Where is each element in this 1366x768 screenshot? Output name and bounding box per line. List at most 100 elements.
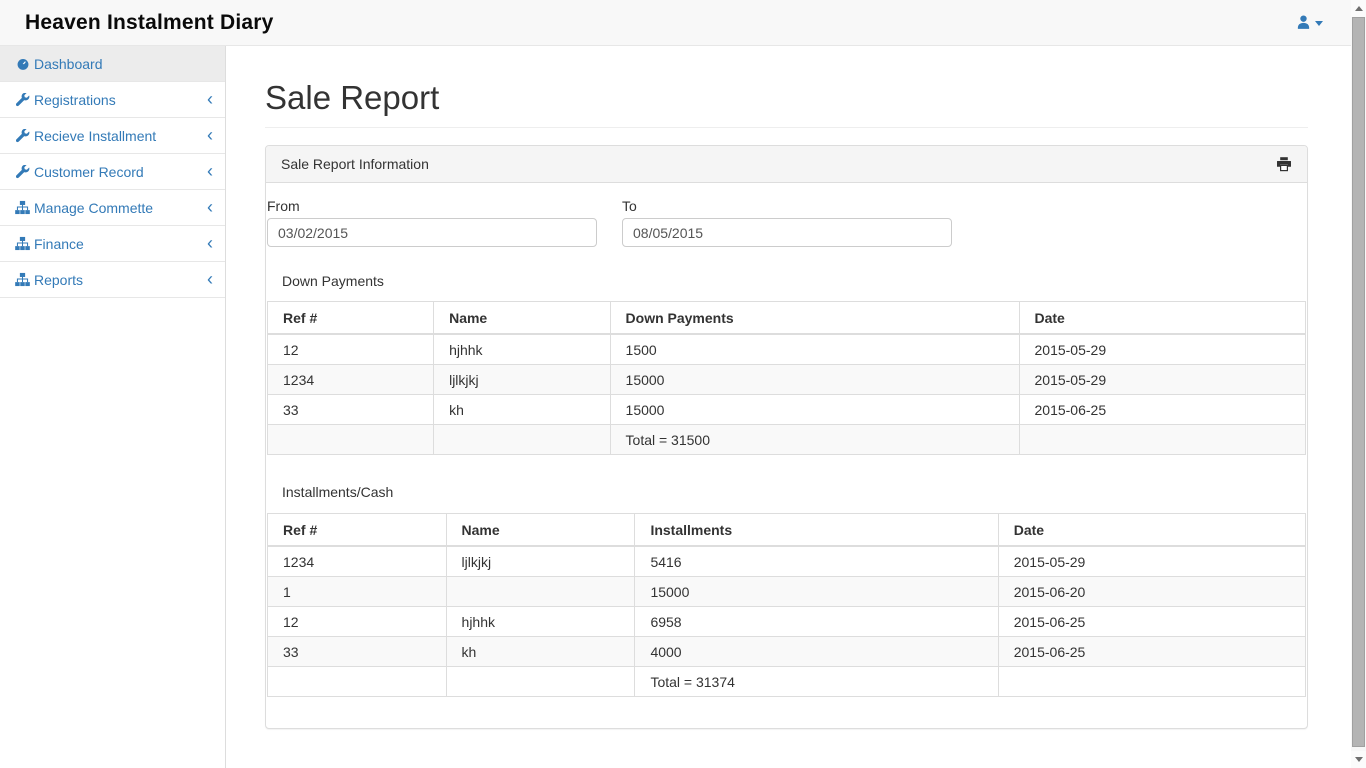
to-date-input[interactable]	[622, 218, 952, 247]
cell	[998, 667, 1305, 697]
from-field-group: From	[267, 198, 597, 247]
print-icon	[1276, 160, 1292, 175]
from-label: From	[267, 198, 597, 214]
column-header: Ref #	[268, 302, 434, 335]
cell: hjhhk	[446, 607, 635, 637]
wrench-icon	[15, 164, 30, 179]
from-date-input[interactable]	[267, 218, 597, 247]
cell	[268, 425, 434, 455]
sidebar-item-finance[interactable]: Finance	[0, 226, 225, 262]
cell: kh	[446, 637, 635, 667]
cell: 2015-06-25	[998, 637, 1305, 667]
cell: 1234	[268, 546, 447, 577]
sidebar-item-label: Reports	[34, 272, 207, 288]
cell: 2015-06-25	[998, 607, 1305, 637]
cell: 15000	[610, 395, 1019, 425]
wrench-icon	[15, 128, 30, 143]
sidebar-item-reports[interactable]: Reports	[0, 262, 225, 298]
sidebar-item-recieve-installment[interactable]: Recieve Installment	[0, 118, 225, 154]
sidebar-item-registrations[interactable]: Registrations	[0, 82, 225, 118]
cell: 2015-05-29	[1019, 334, 1306, 365]
cell: 4000	[635, 637, 998, 667]
scroll-up-button[interactable]	[1351, 0, 1366, 17]
cell: 33	[268, 637, 447, 667]
total-row: Total = 31500	[268, 425, 1306, 455]
total-cell: Total = 31500	[610, 425, 1019, 455]
sidebar-item-manage-commette[interactable]: Manage Commette	[0, 190, 225, 226]
total-cell: Total = 31374	[635, 667, 998, 697]
table-row: 33kh40002015-06-25	[268, 637, 1306, 667]
sidebar-item-dashboard[interactable]: Dashboard	[0, 46, 225, 82]
sidebar-item-label: Dashboard	[34, 56, 213, 72]
main-content: Sale Report Sale Report Information	[226, 46, 1366, 768]
table-row: 1150002015-06-20	[268, 577, 1306, 607]
sitemap-icon	[15, 236, 30, 251]
scrollbar-thumb[interactable]	[1352, 17, 1365, 747]
user-icon	[1295, 14, 1312, 31]
cell: 1	[268, 577, 447, 607]
to-field-group: To	[622, 198, 952, 247]
panel-title: Sale Report Information	[281, 156, 429, 172]
cell: ljlkjkj	[446, 546, 635, 577]
cell: 2015-06-20	[998, 577, 1305, 607]
cell: 2015-06-25	[1019, 395, 1306, 425]
sidebar-item-customer-record[interactable]: Customer Record	[0, 154, 225, 190]
sale-report-panel: Sale Report Information From	[265, 145, 1308, 729]
cell: 12	[268, 607, 447, 637]
cell: 6958	[635, 607, 998, 637]
table-row: 12hjhhk15002015-05-29	[268, 334, 1306, 365]
dashboard-icon	[15, 56, 30, 71]
column-header: Down Payments	[610, 302, 1019, 335]
scroll-down-button[interactable]	[1351, 751, 1366, 768]
cell: 1234	[268, 365, 434, 395]
sidebar: Dashboard Registrations Recieve Installm…	[0, 46, 226, 768]
scroll-up-arrow-icon	[1355, 6, 1363, 11]
app-title: Heaven Instalment Diary	[25, 11, 274, 35]
caret-down-icon	[1315, 21, 1323, 26]
column-header: Date	[998, 514, 1305, 547]
column-header: Date	[1019, 302, 1306, 335]
angle-left-icon	[207, 126, 213, 144]
table-row: 1234ljlkjkj54162015-05-29	[268, 546, 1306, 577]
down-payments-section-label: Down Payments	[282, 273, 1291, 289]
cell: 12	[268, 334, 434, 365]
scrollbar[interactable]	[1351, 0, 1366, 768]
to-label: To	[622, 198, 952, 214]
sidebar-item-label: Customer Record	[34, 164, 207, 180]
total-row: Total = 31374	[268, 667, 1306, 697]
user-menu[interactable]	[1295, 14, 1323, 31]
angle-left-icon	[207, 90, 213, 108]
installments-section-label: Installments/Cash	[282, 484, 1291, 500]
cell: 15000	[610, 365, 1019, 395]
column-header: Ref #	[268, 514, 447, 547]
page-header: Sale Report	[265, 79, 1308, 128]
page-title: Sale Report	[265, 79, 1308, 117]
installments-table: Ref #NameInstallmentsDate1234ljlkjkj5416…	[267, 513, 1306, 697]
column-header: Name	[446, 514, 635, 547]
wrench-icon	[15, 92, 30, 107]
cell: ljlkjkj	[434, 365, 610, 395]
angle-left-icon	[207, 234, 213, 252]
cell: 2015-05-29	[998, 546, 1305, 577]
cell: 2015-05-29	[1019, 365, 1306, 395]
cell: kh	[434, 395, 610, 425]
column-header: Installments	[635, 514, 998, 547]
down-payments-table: Ref #NameDown PaymentsDate12hjhhk1500201…	[267, 301, 1306, 455]
sidebar-item-label: Recieve Installment	[34, 128, 207, 144]
column-header: Name	[434, 302, 610, 335]
sitemap-icon	[15, 200, 30, 215]
date-filters: From To	[267, 198, 1306, 247]
cell	[434, 425, 610, 455]
cell: 5416	[635, 546, 998, 577]
table-row: 33kh150002015-06-25	[268, 395, 1306, 425]
angle-left-icon	[207, 162, 213, 180]
angle-left-icon	[207, 198, 213, 216]
table-row: 12hjhhk69582015-06-25	[268, 607, 1306, 637]
table-row: 1234ljlkjkj150002015-05-29	[268, 365, 1306, 395]
cell: 1500	[610, 334, 1019, 365]
sidebar-item-label: Manage Commette	[34, 200, 207, 216]
cell: hjhhk	[434, 334, 610, 365]
cell	[1019, 425, 1306, 455]
sidebar-item-label: Finance	[34, 236, 207, 252]
print-button[interactable]	[1276, 156, 1292, 172]
